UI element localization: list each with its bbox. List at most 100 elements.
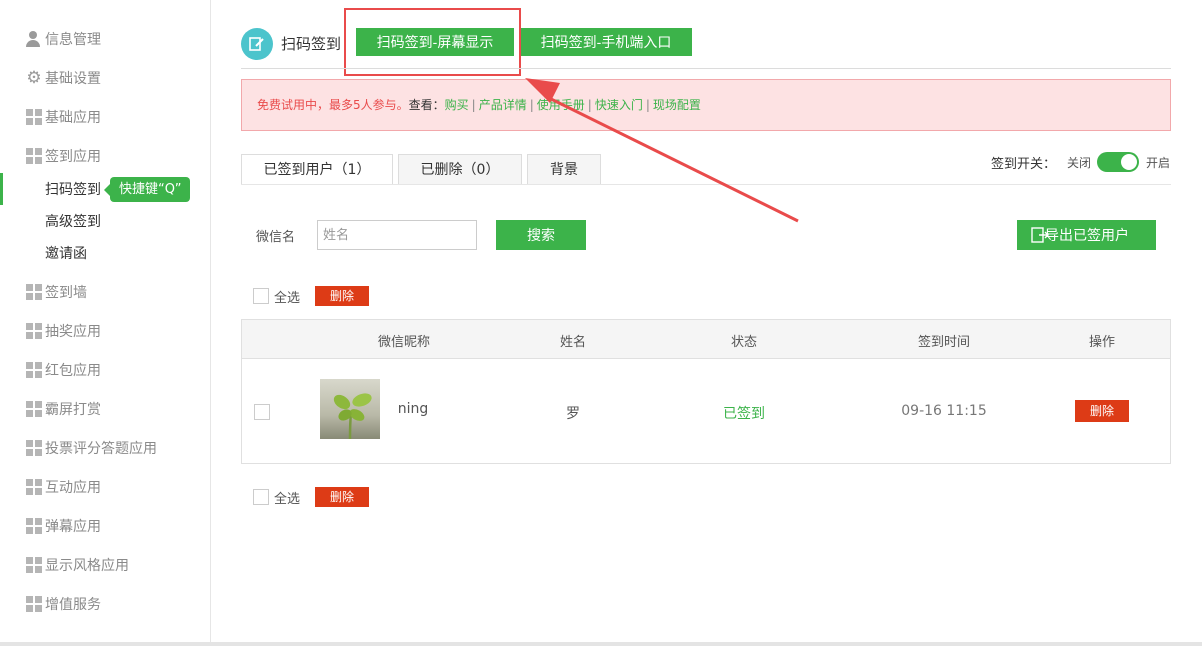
link-manual[interactable]: 使用手册 [537, 98, 585, 112]
trial-warning: 免费试用中，最多5人参与。 [257, 98, 409, 112]
grid-icon [26, 557, 42, 573]
sidebar-item-basic-apps[interactable]: 基础应用 [0, 101, 210, 133]
mobile-entry-button[interactable]: 扫码签到-手机端入口 [520, 28, 692, 56]
sidebar-item-label: 信息管理 [45, 32, 101, 48]
sidebar-item-info[interactable]: 信息管理 [0, 23, 210, 55]
tabs-divider [241, 184, 1171, 185]
sidebar-item-display-style[interactable]: 显示风格应用 [0, 549, 210, 581]
page-title: 扫码签到 [281, 35, 342, 53]
name-search-input[interactable] [317, 220, 477, 250]
sidebar-item-label: 签到应用 [45, 149, 101, 165]
select-all-checkbox[interactable] [253, 489, 269, 505]
search-button[interactable]: 搜索 [496, 220, 586, 250]
sidebar-item-checkin-wall[interactable]: 签到墙 [0, 276, 210, 308]
bulk-actions-bottom: 全选 删除 [253, 487, 370, 507]
switch-on-label: 开启 [1146, 156, 1171, 170]
sidebar-item-label: 抽奖应用 [45, 324, 101, 340]
grid-icon [26, 362, 42, 378]
sidebar-subitem-label: 扫码签到 [45, 182, 101, 198]
sidebar: 信息管理 ⚙ 基础设置 基础应用 签到应用 扫码签到 高级签到 邀请函 签到墙 … [0, 0, 211, 642]
separator: | [645, 98, 650, 112]
grid-icon [26, 148, 42, 164]
shortcut-tooltip: 快捷键“Q” [103, 177, 191, 202]
sidebar-item-value-added[interactable]: 增值服务 [0, 588, 210, 620]
grid-icon [26, 323, 42, 339]
sidebar-subitem-invitation[interactable]: 邀请函 [0, 237, 210, 269]
wechat-name-label: 微信名 [256, 230, 296, 245]
avatar [320, 379, 380, 439]
grid-icon [26, 401, 42, 417]
sidebar-item-label: 弹幕应用 [45, 519, 101, 535]
col-checkin-time: 签到时间 [917, 335, 971, 350]
sidebar-item-label: 基础设置 [45, 71, 101, 87]
separator: | [471, 98, 476, 112]
select-all-label: 全选 [274, 290, 301, 306]
trial-notice: 免费试用中，最多5人参与。查看：购买 | 产品详情 | 使用手册 | 快速入门 | 现场配置 [241, 79, 1171, 131]
sidebar-item-label: 投票评分答题应用 [45, 441, 157, 457]
sidebar-item-label: 增值服务 [45, 597, 101, 613]
checkin-switch-label: 签到开关： [991, 157, 1057, 172]
grid-icon [26, 596, 42, 612]
view-label: 查看： [408, 98, 445, 112]
table-header: 微信昵称 姓名 状态 签到时间 操作 [242, 320, 1170, 359]
col-status: 状态 [730, 335, 758, 350]
grid-icon [26, 284, 42, 300]
link-buy[interactable]: 购买 [445, 98, 469, 112]
grid-icon [26, 440, 42, 456]
edit-icon [241, 28, 273, 60]
tab-deleted[interactable]: 已删除（0） [398, 154, 522, 185]
bulk-delete-button[interactable]: 删除 [315, 487, 370, 507]
col-nickname: 微信昵称 [377, 335, 431, 350]
sidebar-item-label: 红包应用 [45, 363, 101, 379]
row-name: 罗 [566, 406, 580, 422]
export-icon [1031, 227, 1049, 243]
select-all-checkbox[interactable] [253, 288, 269, 304]
grid-icon [26, 109, 42, 125]
sidebar-item-checkin-apps[interactable]: 签到应用 [0, 140, 210, 172]
row-delete-button[interactable]: 删除 [1075, 400, 1129, 422]
link-quick-start[interactable]: 快速入门 [595, 98, 643, 112]
row-status: 已签到 [723, 406, 765, 422]
export-button[interactable]: 导出已签用户 [1017, 220, 1156, 250]
sidebar-subitem-label: 邀请函 [45, 246, 87, 262]
sidebar-item-interactive[interactable]: 互动应用 [0, 471, 210, 503]
sidebar-item-basic-settings[interactable]: ⚙ 基础设置 [0, 62, 210, 94]
sidebar-item-label: 签到墙 [45, 285, 87, 301]
col-name: 姓名 [559, 335, 587, 350]
link-product-details[interactable]: 产品详情 [479, 98, 527, 112]
tab-background[interactable]: 背景 [527, 154, 601, 185]
tab-checked-in-users[interactable]: 已签到用户（1） [241, 154, 393, 185]
col-actions: 操作 [1088, 335, 1116, 350]
separator: | [529, 98, 534, 112]
person-icon [26, 31, 42, 47]
sidebar-item-danmaku[interactable]: 弹幕应用 [0, 510, 210, 542]
gear-icon: ⚙ [26, 68, 42, 88]
row-checkbox[interactable] [254, 404, 270, 420]
checkin-toggle[interactable] [1097, 152, 1139, 172]
grid-icon [26, 479, 42, 495]
highlight-box [344, 8, 521, 76]
sidebar-subitem-advanced-checkin[interactable]: 高级签到 [0, 205, 210, 237]
sidebar-item-screen-reward[interactable]: 霸屏打赏 [0, 393, 210, 425]
sidebar-item-red-packet[interactable]: 红包应用 [0, 354, 210, 386]
sidebar-item-label: 显示风格应用 [45, 558, 129, 574]
header-divider [241, 68, 1171, 69]
sidebar-item-vote-quiz[interactable]: 投票评分答题应用 [0, 432, 210, 464]
switch-off-label: 关闭 [1067, 156, 1092, 170]
grid-icon [26, 518, 42, 534]
sidebar-item-label: 基础应用 [45, 110, 101, 126]
export-label: 导出已签用户 [1045, 227, 1129, 243]
checkin-table: 微信昵称 姓名 状态 签到时间 操作 ning 罗 已签到 09-16 11:1… [241, 319, 1171, 464]
bulk-actions-top: 全选 删除 [253, 286, 370, 306]
link-onsite-config[interactable]: 现场配置 [653, 98, 701, 112]
bottom-bar [0, 642, 1202, 646]
select-all-label: 全选 [274, 491, 301, 507]
sidebar-item-label: 霸屏打赏 [45, 402, 101, 418]
sidebar-subitem-label: 高级签到 [45, 214, 101, 230]
row-nickname: ning [397, 401, 429, 417]
bulk-delete-button[interactable]: 删除 [315, 286, 370, 306]
sidebar-item-label: 互动应用 [45, 480, 101, 496]
row-time: 09-16 11:15 [901, 403, 987, 419]
sidebar-item-lottery[interactable]: 抽奖应用 [0, 315, 210, 347]
separator: | [587, 98, 592, 112]
